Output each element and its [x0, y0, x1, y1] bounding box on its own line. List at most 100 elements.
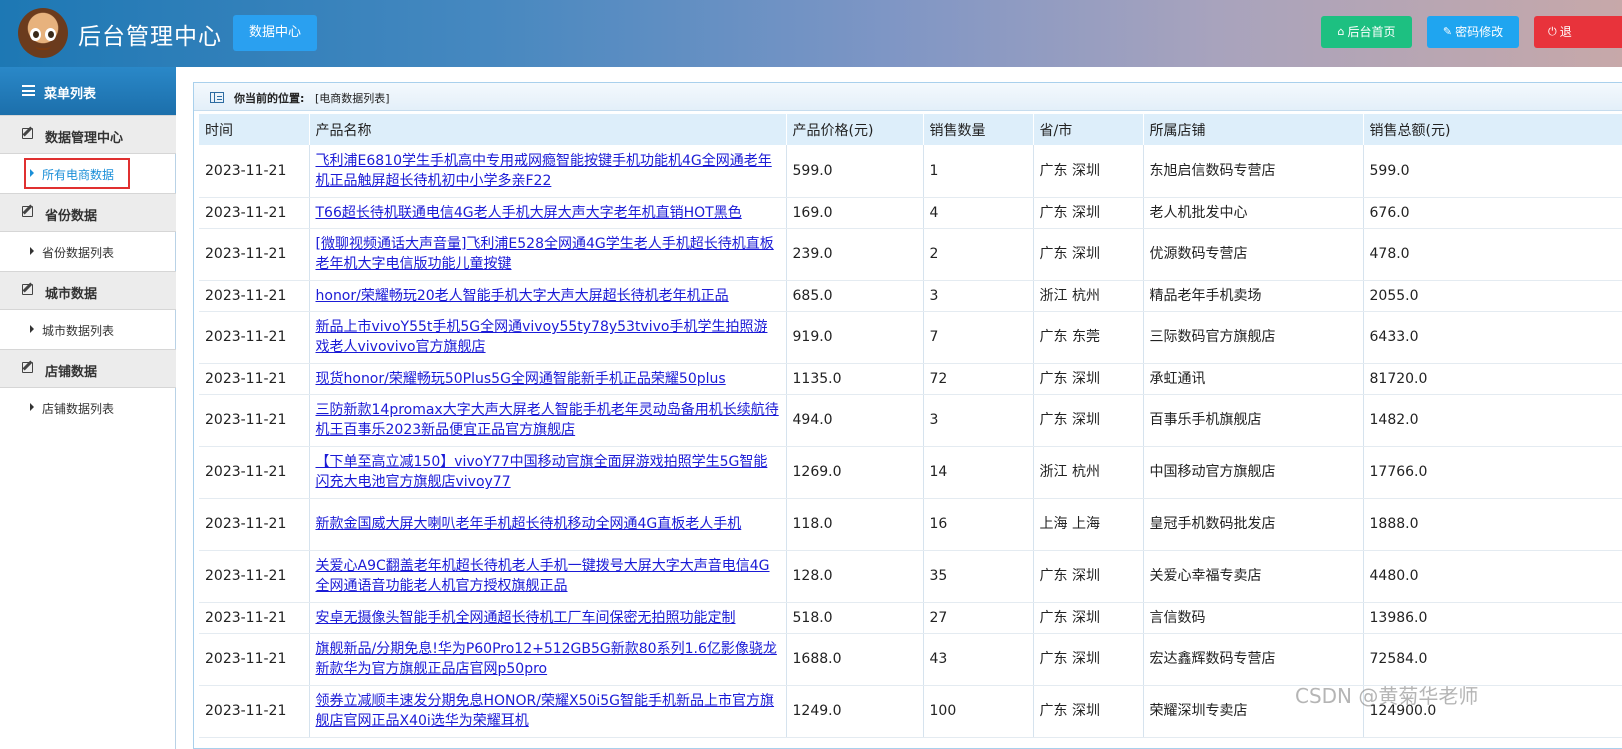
product-link[interactable]: honor/荣耀畅玩20老人智能手机大字大声大屏超长待机老年机正品	[316, 288, 729, 304]
cell-region: 广东 深圳	[1033, 228, 1144, 281]
cell-price: 1688.0	[786, 633, 924, 686]
cell-total: 72584.0	[1363, 633, 1622, 686]
cell-product-name: 领券立减顺丰速发分期免息HONOR/荣耀X50i5G智能手机新品上市官方旗舰店官…	[309, 685, 787, 738]
column-header-price: 产品价格(元)	[786, 114, 924, 145]
cell-shop: 宏达鑫辉数码专营店	[1143, 633, 1364, 686]
home-button-label: 后台首页	[1347, 25, 1396, 39]
cell-region: 浙江 杭州	[1033, 446, 1144, 499]
exit-button[interactable]: ⏻ 退	[1534, 16, 1622, 48]
cell-shop: 老人机批发中心	[1143, 197, 1364, 229]
panel-icon	[210, 92, 224, 103]
sidebar-title: 菜单列表	[44, 87, 97, 102]
product-link[interactable]: T66超长待机联通电信4G老人手机大屏大声大字老年机直销HOT黑色	[316, 205, 742, 221]
cell-product-name: [微聊视频通话大声音量]飞利浦E528全网通4G学生老人手机超长待机直板老年机大…	[309, 228, 787, 281]
cell-product-name: 飞利浦E6810学生手机高中专用戒网瘾智能按键手机功能机4G全网通老年机正品触屏…	[309, 145, 787, 198]
cell-total: 81720.0	[1363, 363, 1622, 395]
main-content: 你当前的位置: [电商数据列表] 时间 产品名称 产品价格(元) 销售数量 省/…	[193, 82, 1622, 749]
change-password-button[interactable]: ✎ 密码修改	[1427, 16, 1519, 48]
cell-quantity: 3	[923, 280, 1034, 312]
cell-total: 478.0	[1363, 228, 1622, 281]
cell-price: 239.0	[786, 228, 924, 281]
cell-region: 广东 深圳	[1033, 685, 1144, 738]
caret-right-icon	[30, 325, 34, 333]
cell-product-name: 新款金国威大屏大喇叭老年手机超长待机移动全网通4G直板老人手机	[309, 498, 787, 551]
cell-region: 广东 深圳	[1033, 633, 1144, 686]
cell-price: 128.0	[786, 550, 924, 603]
cell-shop: 关爱心幸福专卖店	[1143, 550, 1364, 603]
product-link[interactable]: 旗舰新品/分期免息!华为P60Pro12+512GB5G新款80系列1.6亿影像…	[316, 641, 777, 677]
column-header-time: 时间	[199, 114, 310, 145]
cell-time: 2023-11-21	[199, 550, 310, 603]
table-row: 2023-11-21 旗舰新品/分期免息!华为P60Pro12+512GB5G新…	[199, 633, 1622, 686]
sidebar-group-data-management[interactable]: 数据管理中心	[0, 115, 176, 154]
column-header-region: 省/市	[1033, 114, 1144, 145]
sidebar-item-city-list[interactable]: 城市数据列表	[0, 310, 176, 349]
table-row: 2023-11-21 三防新款14promax大字大声大屏老人智能手机老年灵动岛…	[199, 394, 1622, 447]
sidebar-item-all-ecommerce-data[interactable]: 所有电商数据	[0, 154, 176, 193]
cell-shop: 中国移动官方旗舰店	[1143, 446, 1364, 499]
sidebar-group-shop[interactable]: 店铺数据	[0, 349, 176, 388]
edit-icon	[22, 362, 33, 373]
cell-quantity: 72	[923, 363, 1034, 395]
home-icon: ⌂	[1337, 25, 1345, 38]
cell-quantity: 7	[923, 311, 1034, 364]
exit-button-label: 退	[1559, 25, 1572, 39]
product-link[interactable]: 三防新款14promax大字大声大屏老人智能手机老年灵动岛备用机长续航待机王百事…	[316, 402, 779, 438]
cell-total: 6433.0	[1363, 311, 1622, 364]
cell-quantity: 100	[923, 685, 1034, 738]
cell-product-name: 关爱心A9C翻盖老年机超长待机老人手机一键拨号大屏大字大声音电信4G全网通语音功…	[309, 550, 787, 603]
cell-product-name: T66超长待机联通电信4G老人手机大屏大声大字老年机直销HOT黑色	[309, 197, 787, 229]
table-row: 2023-11-21 安卓无摄像头智能手机全网通超长待机工厂车间保密无拍照功能定…	[199, 602, 1622, 634]
cell-price: 919.0	[786, 311, 924, 364]
table-row: 2023-11-21 新品上市vivoY55t手机5G全网通vivoy55ty7…	[199, 311, 1622, 364]
product-link[interactable]: 新款金国威大屏大喇叭老年手机超长待机移动全网通4G直板老人手机	[316, 516, 742, 532]
cell-total: 1482.0	[1363, 394, 1622, 447]
caret-right-icon	[30, 247, 34, 255]
cell-shop: 三际数码官方旗舰店	[1143, 311, 1364, 364]
top-header: 后台管理中心 数据中心 ⌂ 后台首页 ✎ 密码修改 ⏻ 退	[0, 0, 1622, 67]
cell-quantity: 14	[923, 446, 1034, 499]
sidebar-group-city[interactable]: 城市数据	[0, 271, 176, 310]
cell-quantity: 1	[923, 145, 1034, 198]
sidebar-item-shop-list[interactable]: 店铺数据列表	[0, 388, 176, 427]
product-link[interactable]: [微聊视频通话大声音量]飞利浦E528全网通4G学生老人手机超长待机直板老年机大…	[316, 236, 774, 272]
caret-right-icon	[30, 403, 34, 411]
cell-quantity: 4	[923, 197, 1034, 229]
cell-quantity: 35	[923, 550, 1034, 603]
edit-icon	[22, 128, 33, 139]
cell-time: 2023-11-21	[199, 446, 310, 499]
cell-quantity: 43	[923, 633, 1034, 686]
breadcrumb-current: [电商数据列表]	[315, 92, 390, 105]
product-link[interactable]: 安卓无摄像头智能手机全网通超长待机工厂车间保密无拍照功能定制	[316, 610, 736, 626]
sidebar-item-province-list[interactable]: 省份数据列表	[0, 232, 176, 271]
cell-region: 广东 深圳	[1033, 550, 1144, 603]
cell-time: 2023-11-21	[199, 145, 310, 198]
sidebar-group-province[interactable]: 省份数据	[0, 193, 176, 232]
column-header-product-name: 产品名称	[309, 114, 787, 145]
cell-shop: 承虹通讯	[1143, 363, 1364, 395]
caret-right-icon	[30, 169, 34, 177]
product-link[interactable]: 领券立减顺丰速发分期免息HONOR/荣耀X50i5G智能手机新品上市官方旗舰店官…	[316, 693, 775, 729]
cell-region: 广东 深圳	[1033, 363, 1144, 395]
product-link[interactable]: 【下单至高立减150】vivoY77中国移动官旗全面屏游戏拍照学生5G智能闪充大…	[316, 454, 768, 490]
cell-time: 2023-11-21	[199, 633, 310, 686]
product-link[interactable]: 新品上市vivoY55t手机5G全网通vivoy55ty78y53tvivo手机…	[316, 319, 768, 355]
table-row: 2023-11-21 现货honor/荣耀畅玩50Plus5G全网通智能新手机正…	[199, 363, 1622, 395]
edit-icon	[22, 206, 33, 217]
cell-quantity: 2	[923, 228, 1034, 281]
cell-shop: 精品老年手机卖场	[1143, 280, 1364, 312]
cell-price: 494.0	[786, 394, 924, 447]
sidebar-group-label: 省份数据	[45, 209, 98, 224]
sidebar-item-label: 所有电商数据	[42, 168, 115, 182]
table-header-row: 时间 产品名称 产品价格(元) 销售数量 省/市 所属店铺 销售总额(元)	[199, 114, 1622, 145]
cell-region: 广东 深圳	[1033, 602, 1144, 634]
home-button[interactable]: ⌂ 后台首页	[1321, 16, 1412, 48]
product-link[interactable]: 关爱心A9C翻盖老年机超长待机老人手机一键拨号大屏大字大声音电信4G全网通语音功…	[316, 558, 770, 594]
cell-region: 广东 深圳	[1033, 145, 1144, 198]
cell-total: 676.0	[1363, 197, 1622, 229]
cell-price: 118.0	[786, 498, 924, 551]
data-center-button[interactable]: 数据中心	[233, 15, 317, 51]
product-link[interactable]: 现货honor/荣耀畅玩50Plus5G全网通智能新手机正品荣耀50plus	[316, 371, 726, 387]
product-link[interactable]: 飞利浦E6810学生手机高中专用戒网瘾智能按键手机功能机4G全网通老年机正品触屏…	[316, 153, 772, 189]
ecommerce-data-table: 时间 产品名称 产品价格(元) 销售数量 省/市 所属店铺 销售总额(元) 20…	[199, 114, 1622, 738]
